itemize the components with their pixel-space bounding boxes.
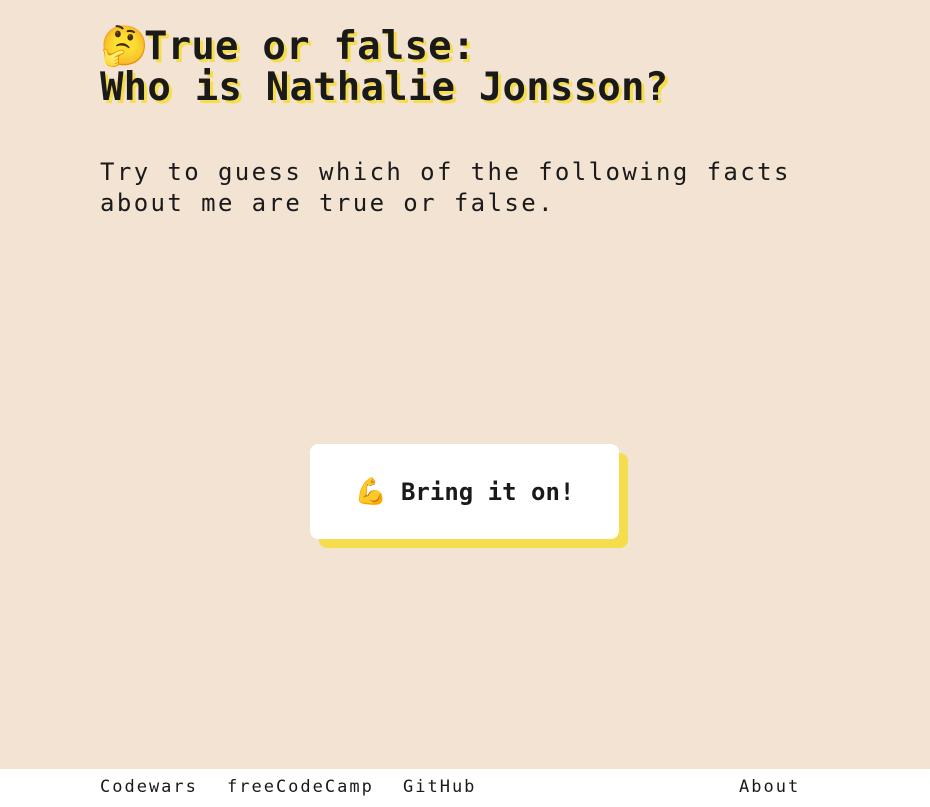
footer-link-github[interactable]: GitHub <box>403 777 476 797</box>
page-title-line-1: True or false: <box>144 24 476 69</box>
intro-text: Try to guess which of the following fact… <box>100 158 791 217</box>
footer-link-codewars[interactable]: Codewars <box>100 777 198 797</box>
thinking-face-icon: 🤔 <box>100 24 149 69</box>
page-title-line-2: Who is Nathalie Jonsson? <box>100 65 669 110</box>
bring-it-on-label: Bring it on! <box>400 477 575 506</box>
footer-link-freecodecamp[interactable]: freeCodeCamp <box>227 777 374 797</box>
footer: Codewars freeCodeCamp GitHub About <box>0 769 930 807</box>
page-title: 🤔True or false: Who is Nathalie Jonsson? <box>100 26 668 108</box>
bring-it-on-button[interactable]: 💪 Bring it on! <box>310 444 619 539</box>
flexed-biceps-icon: 💪 <box>354 476 387 507</box>
footer-link-about[interactable]: About <box>739 777 800 797</box>
